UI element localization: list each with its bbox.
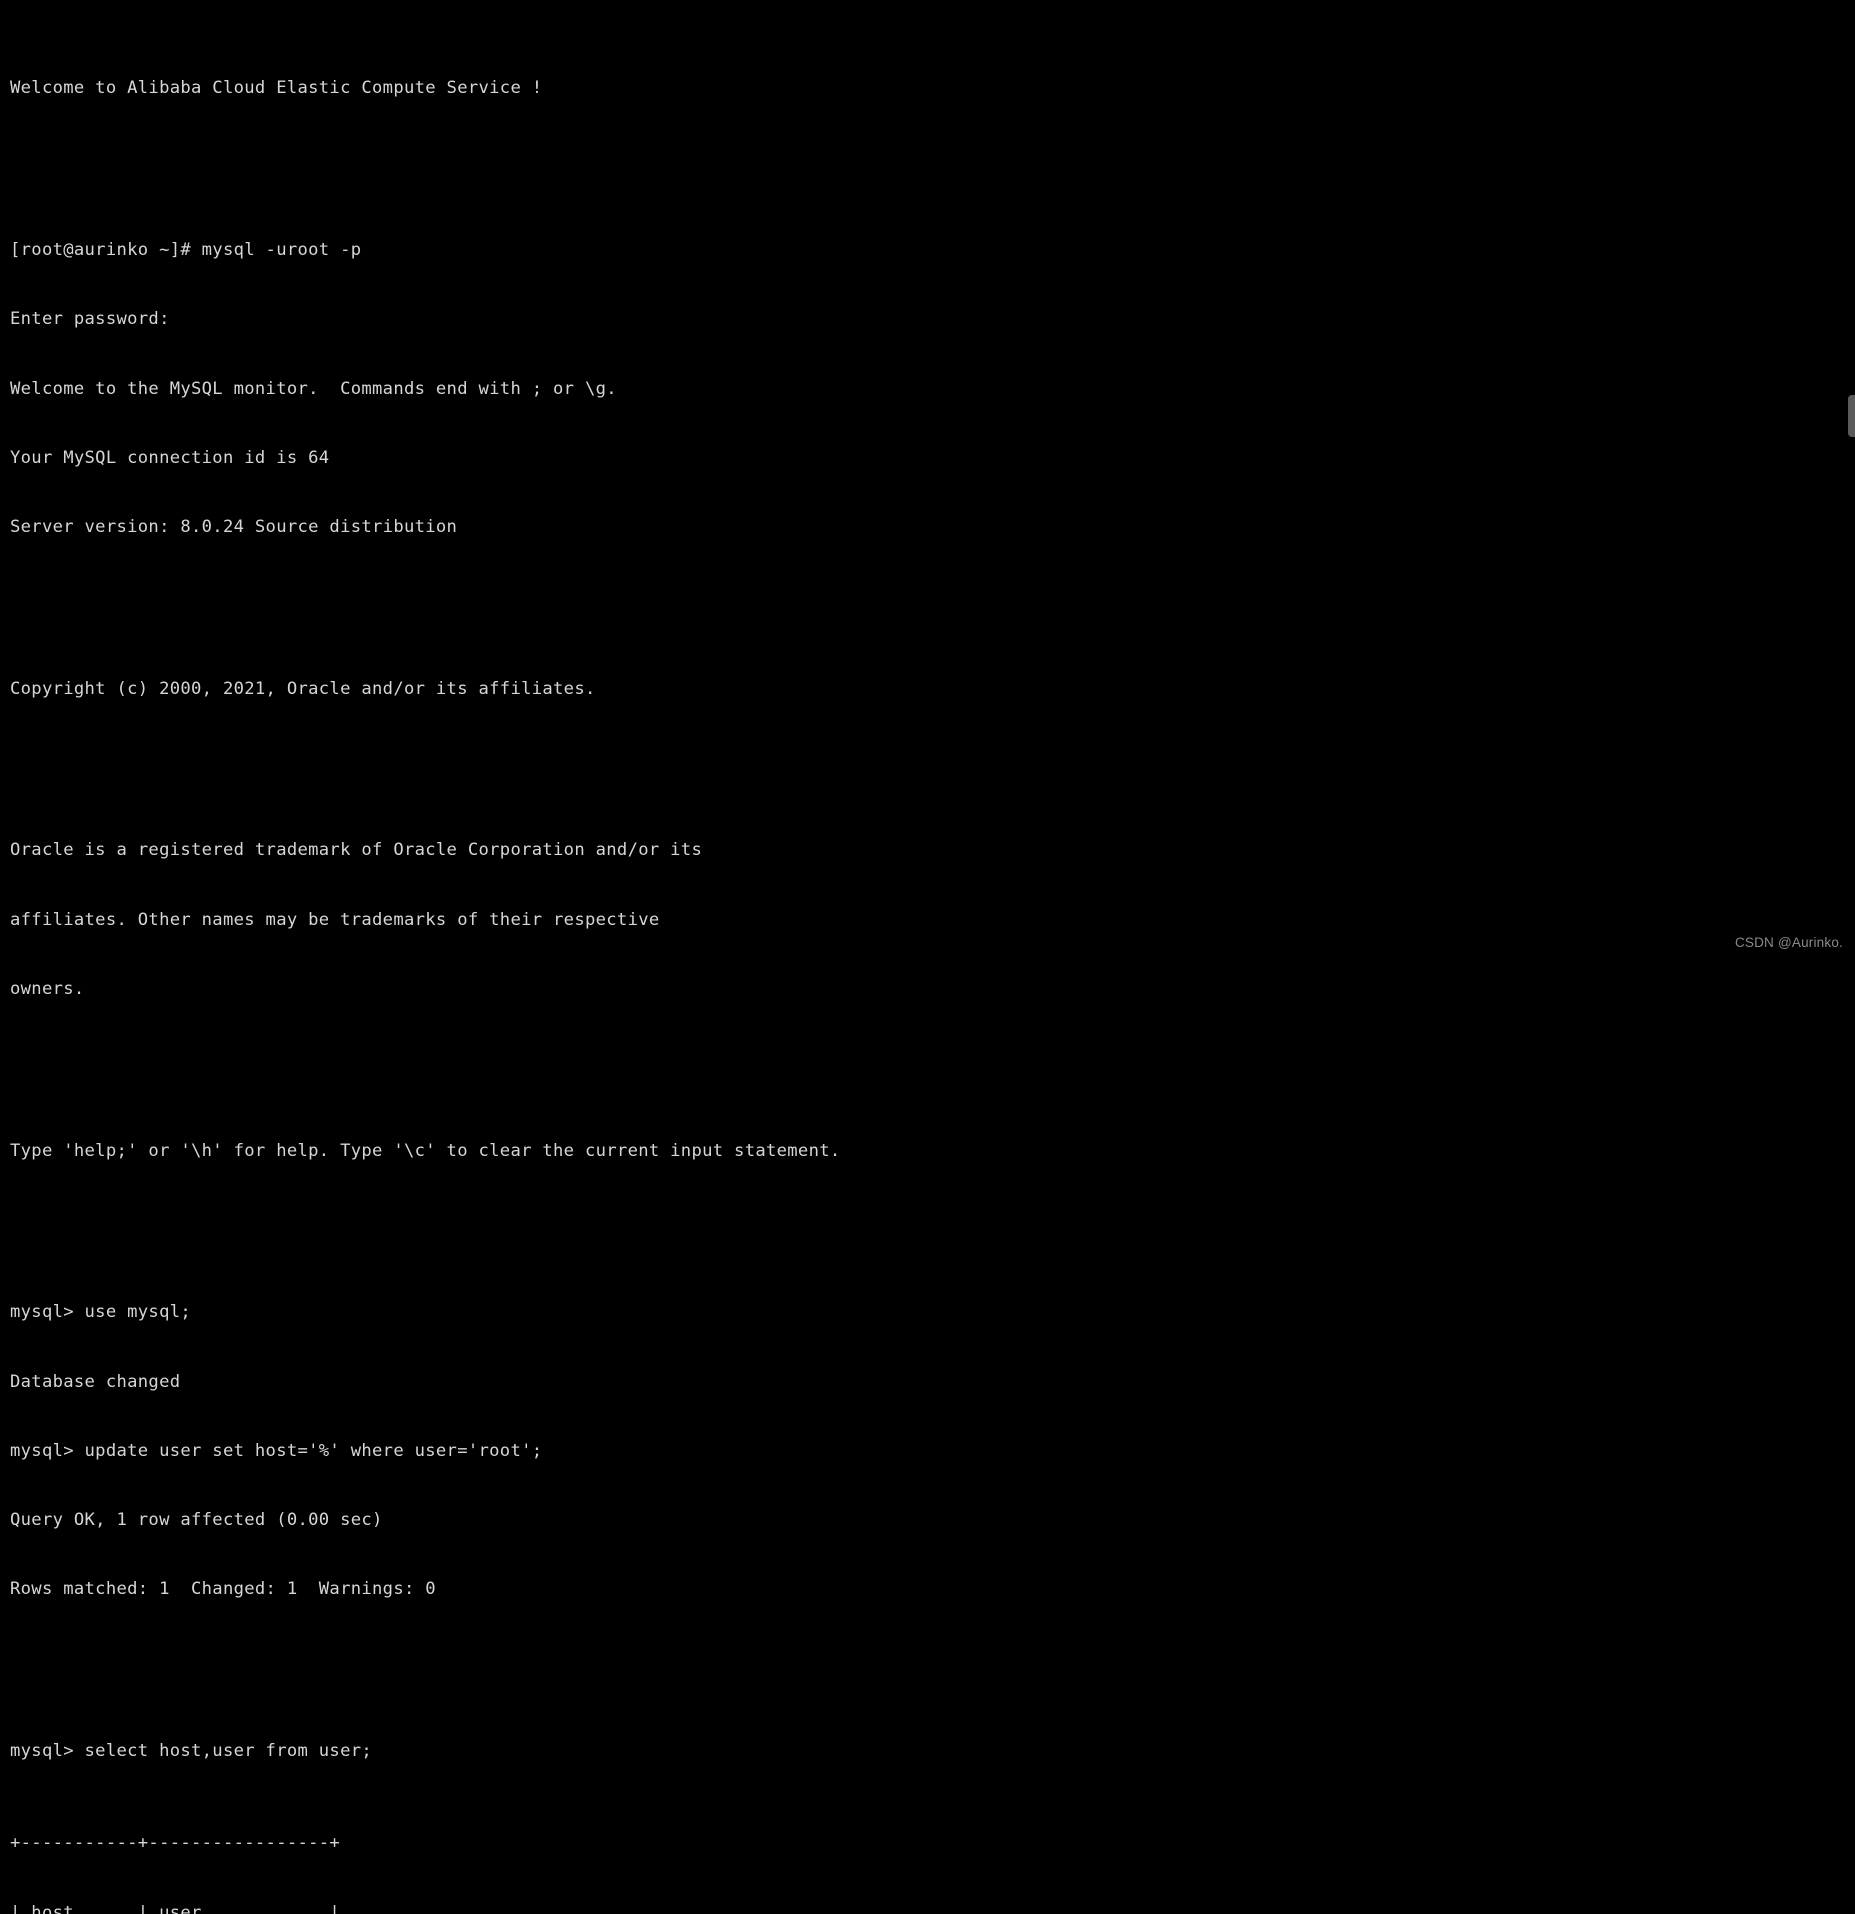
use-command-line: mysql> use mysql; [10, 1302, 192, 1323]
login-banner: Welcome to Alibaba Cloud Elastic Compute… [10, 78, 543, 99]
terminal-output: Welcome to Alibaba Cloud Elastic Compute… [10, 8, 1855, 1914]
watermark-label: CSDN @Aurinko. [1734, 935, 1843, 950]
shell-prompt-command-line: [root@aurinko ~]# mysql -uroot -p [10, 239, 362, 260]
trademark-line-2: affiliates. Other names may be trademark… [10, 909, 660, 930]
copyright-line: Copyright (c) 2000, 2021, Oracle and/or … [10, 678, 596, 699]
rows-matched-line: Rows matched: 1 Changed: 1 Warnings: 0 [10, 1579, 436, 1600]
trademark-line-3: owners. [10, 978, 85, 999]
trademark-line-1: Oracle is a registered trademark of Orac… [10, 840, 703, 861]
database-changed-line: Database changed [10, 1371, 181, 1392]
mysql-connection-id-line: Your MySQL connection id is 64 [10, 447, 330, 468]
scrollbar-thumb[interactable] [1848, 395, 1855, 437]
help-hint-line: Type 'help;' or '\h' for help. Type '\c'… [10, 1140, 841, 1161]
terminal-window[interactable]: Welcome to Alibaba Cloud Elastic Compute… [0, 0, 1855, 1914]
update-command-line: mysql> update user set host='%' where us… [10, 1440, 543, 1461]
mysql-server-version-line: Server version: 8.0.24 Source distributi… [10, 517, 458, 538]
query-ok-line: Query OK, 1 row affected (0.00 sec) [10, 1510, 383, 1531]
mysql-welcome-line: Welcome to the MySQL monitor. Commands e… [10, 378, 617, 399]
select-command-line: mysql> select host,user from user; [10, 1741, 373, 1762]
password-prompt: Enter password: [10, 309, 170, 330]
result-table-border-top: +-----------+-----------------+ [10, 1833, 341, 1854]
result-table-header-row: | host | user | [10, 1902, 341, 1914]
